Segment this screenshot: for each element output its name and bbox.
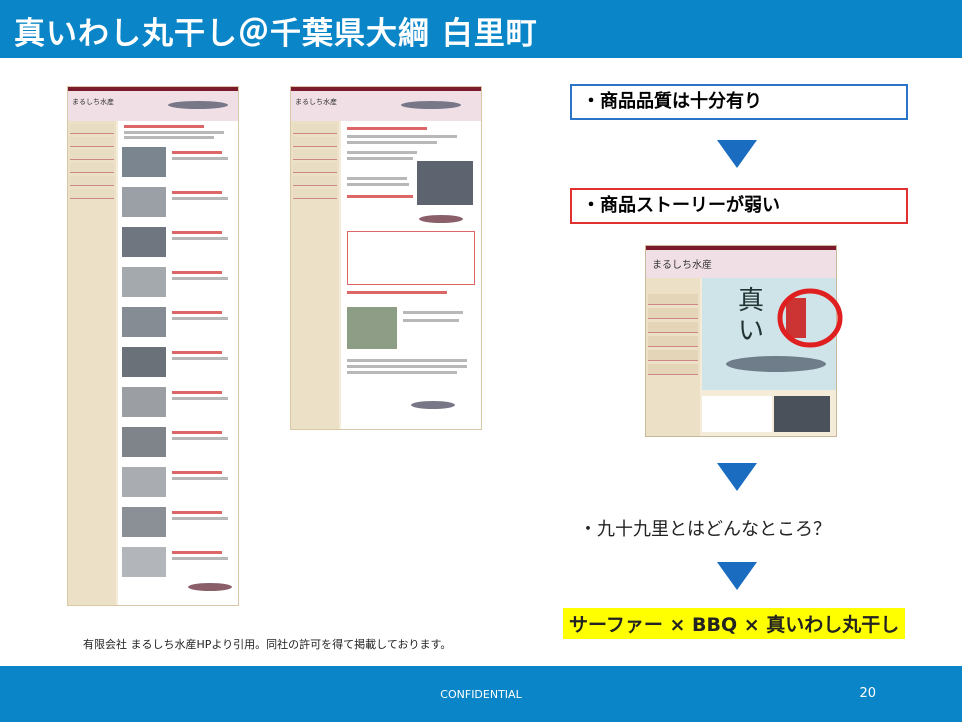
website-thumbnail-1: まるしち水産 bbox=[67, 86, 239, 606]
quality-box: ・商品品質は十分有り bbox=[570, 84, 908, 120]
site-header-strip bbox=[291, 87, 481, 91]
credit-note: 有限会社 まるしち水産HPより引用。同社の許可を得て掲載しております。 bbox=[83, 638, 452, 651]
question-text: ・九十九里とはどんなところ？ bbox=[579, 519, 831, 540]
site-main bbox=[341, 121, 481, 429]
site-logo: まるしち水産 bbox=[72, 98, 114, 106]
down-arrow-icon bbox=[717, 463, 757, 491]
conclusion-highlight: サーファー × BBQ × 真いわし丸干し bbox=[563, 608, 906, 639]
site-main bbox=[118, 121, 238, 605]
shot-logo: まるしち水産 bbox=[652, 260, 712, 271]
site-sidebar bbox=[68, 121, 116, 605]
down-arrow-icon bbox=[717, 140, 757, 168]
footer-bar: CONFIDENTIAL 20 bbox=[0, 666, 962, 722]
red-circle-highlight-icon bbox=[777, 288, 843, 348]
website-thumbnail-2: まるしち水産 bbox=[290, 86, 482, 430]
story-box: ・商品ストーリーが弱い bbox=[570, 188, 908, 224]
site-sidebar bbox=[291, 121, 339, 429]
confidential-label: CONFIDENTIAL bbox=[440, 688, 522, 701]
down-arrow-icon bbox=[717, 562, 757, 590]
title-bar: 真いわし丸干し＠千葉県大綱 白里町 bbox=[0, 0, 962, 58]
fish-banner-icon bbox=[168, 101, 228, 109]
slide-title: 真いわし丸干し＠千葉県大綱 白里町 bbox=[14, 16, 538, 52]
page-number: 20 bbox=[859, 686, 876, 701]
site-logo: まるしち水産 bbox=[295, 98, 337, 106]
fish-banner-icon bbox=[401, 101, 461, 109]
site-header-strip bbox=[68, 87, 238, 91]
